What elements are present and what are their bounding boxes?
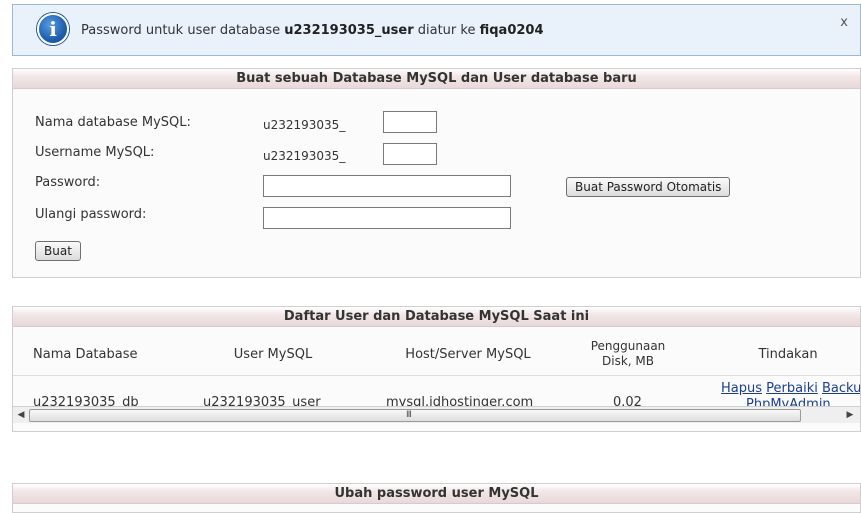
password-label: Password: — [35, 175, 101, 190]
username-prefix: u232193035_ — [263, 149, 346, 163]
notice-text: Password untuk user database u232193035_… — [81, 23, 544, 38]
repeat-password-input[interactable] — [263, 207, 511, 229]
delete-link[interactable]: Hapus — [721, 381, 762, 396]
backup-link[interactable]: Backu — [822, 381, 860, 396]
create-database-panel: Buat sebuah Database MySQL dan User data… — [12, 68, 861, 278]
column-header-user: User MySQL — [233, 347, 313, 362]
scroll-thumb[interactable]: III — [29, 409, 801, 422]
password-input[interactable] — [263, 175, 511, 197]
username-input[interactable] — [383, 143, 437, 165]
column-header-host: Host/Server MySQL — [405, 347, 531, 362]
notice-user: u232193035_user — [284, 23, 414, 38]
repeat-password-label: Ulangi password: — [35, 207, 147, 222]
database-list-panel: Daftar User dan Database MySQL Saat ini … — [12, 306, 861, 432]
create-panel-title: Buat sebuah Database MySQL dan User data… — [13, 69, 860, 89]
change-panel-title: Ubah password user MySQL — [13, 484, 860, 504]
notice-middle: diatur ke — [413, 23, 480, 38]
change-password-panel: Ubah password user MySQL — [12, 483, 861, 513]
scroll-right-icon[interactable]: ▶ — [844, 409, 856, 421]
notice-password: fiqa0204 — [479, 23, 544, 38]
db-name-input[interactable] — [383, 111, 437, 133]
db-name-prefix: u232193035_ — [263, 118, 346, 132]
notice-bar: i Password untuk user database u23219303… — [12, 4, 861, 56]
info-icon: i — [37, 13, 69, 45]
table-cell-actions: Hapus Perbaiki Backu — [721, 381, 860, 396]
scroll-left-icon[interactable]: ◀ — [15, 409, 27, 421]
generate-password-button[interactable]: Buat Password Otomatis — [566, 177, 731, 197]
create-button[interactable]: Buat — [35, 241, 81, 261]
repair-link[interactable]: Perbaiki — [766, 381, 818, 396]
row-divider — [13, 375, 860, 376]
column-header-database: Nama Database — [33, 347, 138, 362]
horizontal-scrollbar[interactable]: ◀ III ▶ — [13, 406, 860, 423]
db-name-label: Nama database MySQL: — [35, 115, 191, 130]
notice-prefix: Password untuk user database — [81, 23, 285, 38]
username-label: Username MySQL: — [35, 145, 155, 160]
column-header-actions: Tindakan — [758, 347, 818, 362]
list-panel-title: Daftar User dan Database MySQL Saat ini — [13, 307, 860, 327]
close-icon[interactable]: x — [840, 15, 848, 30]
scroll-grip: III — [406, 410, 412, 420]
column-header-disk: Penggunaan Disk, MB — [590, 339, 666, 368]
